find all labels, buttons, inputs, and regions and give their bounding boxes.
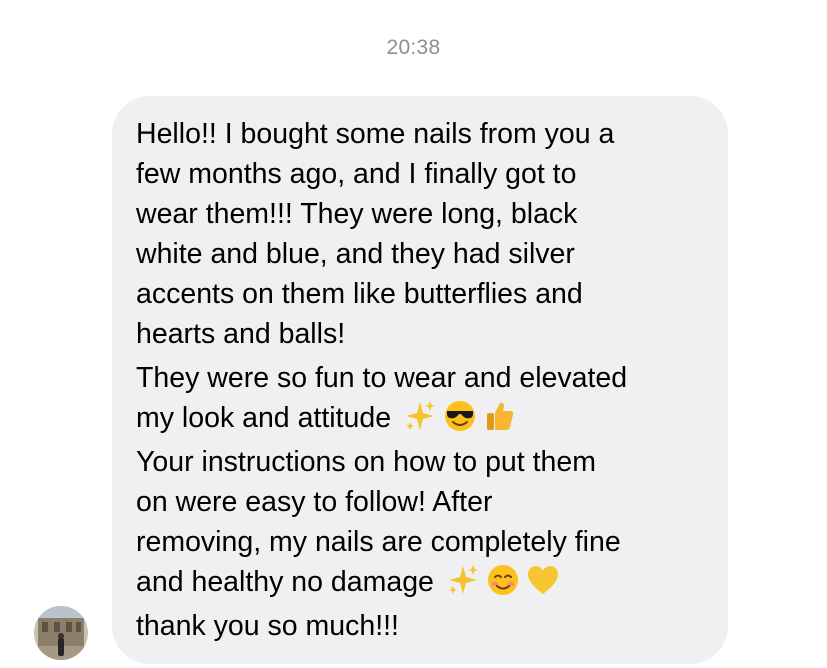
message-line: wear them!!! They were long, black	[136, 198, 578, 230]
message-timestamp: 20:38	[386, 36, 441, 59]
message-line-text: They were so fun to wear and elevated	[136, 362, 628, 394]
thumbs-up-icon	[483, 399, 517, 433]
message-bubble[interactable]: Hello!! I bought some nails from you a f…	[112, 96, 728, 664]
message-line: removing, my nails are completely fine	[136, 526, 621, 558]
message-line-text: and healthy no damage	[136, 566, 434, 598]
message-line: Your instructions on how to put them	[136, 446, 596, 478]
smiling-face-with-sunglasses-icon	[443, 399, 477, 433]
message-line: Hello!! I bought some nails from you a	[136, 118, 615, 150]
message-line: on were easy to follow! After	[136, 486, 493, 518]
message-line: hearts and balls!	[136, 318, 346, 350]
message-line: white and blue, and they had silver	[136, 238, 575, 270]
yellow-heart-icon	[526, 563, 560, 597]
message-line-with-emoji: and healthy no damage	[136, 562, 704, 602]
message-line: few months ago, and I finally got to	[136, 158, 577, 190]
sparkles-icon	[446, 563, 480, 597]
message-line-text: my look and attitude	[136, 402, 392, 434]
message-line-with-emoji: my look and attitude	[136, 398, 704, 438]
message-line: accents on them like butterflies and	[136, 278, 583, 310]
sparkles-icon	[403, 399, 437, 433]
smiling-face-icon	[486, 563, 520, 597]
sender-avatar[interactable]	[34, 606, 88, 660]
message-line: They were so fun to wear and elevated	[136, 358, 704, 398]
message-line: thank you so much!!!	[136, 610, 399, 642]
